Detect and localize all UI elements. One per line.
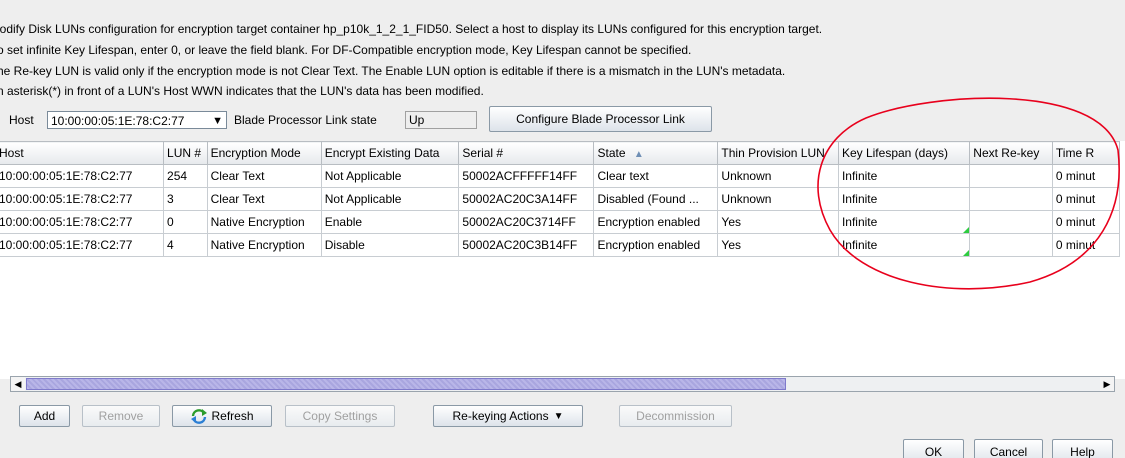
cell-rekey — [969, 233, 1053, 257]
info-line-2: o set infinite Key Lifespan, enter 0, or… — [0, 43, 692, 57]
col-state-label: State — [597, 146, 626, 160]
dropdown-arrow-icon: ▼ — [212, 115, 223, 127]
cell-host: 10:00:00:05:1E:78:C2:77 — [0, 210, 165, 234]
configure-blade-link-button[interactable]: Configure Blade Processor Link — [489, 106, 712, 132]
cell-lifespan[interactable]: Infinite — [837, 233, 971, 257]
table-header-row: Host LUN # Encryption Mode Encrypt Exist… — [0, 141, 1121, 165]
cell-thin: Yes — [717, 233, 839, 257]
cell-serial: 50002AC20C3A14FF — [458, 187, 595, 211]
cell-existing: Not Applicable — [320, 164, 460, 188]
cell-time: 0 minut — [1051, 164, 1121, 188]
refresh-button[interactable]: Refresh — [172, 405, 272, 427]
cell-rekey — [969, 210, 1053, 234]
cell-mode: Native Encryption — [206, 210, 322, 234]
cell-time: 0 minut — [1051, 187, 1121, 211]
cell-serial: 50002ACFFFFF14FF — [458, 164, 595, 188]
cell-mode: Clear Text — [206, 164, 322, 188]
cell-lun: 3 — [163, 187, 208, 211]
cell-state: Clear text — [593, 164, 719, 188]
table-row[interactable]: 10:00:00:05:1E:78:C2:77 3 Clear Text Not… — [0, 187, 1121, 211]
col-state[interactable]: State ▲ — [593, 141, 719, 165]
cell-lifespan[interactable]: Infinite — [837, 187, 971, 211]
cell-time: 0 minut — [1051, 233, 1121, 257]
cell-lifespan[interactable]: Infinite — [837, 210, 971, 234]
refresh-label: Refresh — [211, 409, 254, 423]
col-time[interactable]: Time R — [1051, 141, 1121, 165]
add-button[interactable]: Add — [19, 405, 70, 427]
cell-rekey — [969, 164, 1053, 188]
horizontal-scrollbar[interactable]: ◀ ▶ — [10, 376, 1115, 392]
cell-state: Disabled (Found ... — [593, 187, 719, 211]
cell-state: Encryption enabled — [593, 233, 719, 257]
dropdown-arrow-icon: ▼ — [553, 410, 564, 422]
ok-button[interactable]: OK — [903, 439, 964, 458]
info-line-3: he Re-key LUN is valid only if the encry… — [0, 64, 786, 78]
help-button[interactable]: Help — [1052, 439, 1113, 458]
sort-ascending-icon: ▲ — [633, 149, 644, 160]
scroll-right-icon[interactable]: ▶ — [1100, 377, 1114, 391]
copy-settings-button[interactable]: Copy Settings — [285, 405, 395, 427]
cell-rekey — [969, 187, 1053, 211]
cell-thin: Yes — [717, 210, 839, 234]
rekeying-actions-button[interactable]: Re-keying Actions ▼ — [433, 405, 583, 427]
cell-time: 0 minut — [1051, 210, 1121, 234]
lun-table-container: Host LUN # Encryption Mode Encrypt Exist… — [0, 141, 1125, 379]
col-serial[interactable]: Serial # — [458, 141, 595, 165]
lun-table: Host LUN # Encryption Mode Encrypt Exist… — [0, 141, 1121, 257]
col-key-lifespan[interactable]: Key Lifespan (days) — [837, 141, 971, 165]
cell-existing: Disable — [320, 233, 460, 257]
cell-lifespan[interactable]: Infinite — [837, 164, 971, 188]
rekeying-actions-label: Re-keying Actions — [452, 409, 549, 423]
cancel-button[interactable]: Cancel — [974, 439, 1043, 458]
cell-existing: Enable — [320, 210, 460, 234]
cell-host: 10:00:00:05:1E:78:C2:77 — [0, 187, 165, 211]
refresh-icon — [191, 409, 208, 424]
cell-host: 10:00:00:05:1E:78:C2:77 — [0, 233, 165, 257]
col-host[interactable]: Host — [0, 141, 165, 165]
info-line-4: n asterisk(*) in front of a LUN's Host W… — [0, 84, 484, 98]
editable-marker-icon — [963, 227, 969, 233]
cell-host: 10:00:00:05:1E:78:C2:77 — [0, 164, 165, 188]
decommission-button[interactable]: Decommission — [619, 405, 732, 427]
blade-link-state-field: Up — [405, 111, 477, 129]
editable-marker-icon — [963, 250, 969, 256]
col-encryption-mode[interactable]: Encryption Mode — [206, 141, 322, 165]
cell-existing: Not Applicable — [320, 187, 460, 211]
host-label: Host — [9, 113, 34, 127]
cell-lifespan-value: Infinite — [841, 215, 878, 229]
remove-button[interactable]: Remove — [82, 405, 160, 427]
col-lun[interactable]: LUN # — [163, 141, 208, 165]
cell-thin: Unknown — [717, 187, 839, 211]
table-row[interactable]: 10:00:00:05:1E:78:C2:77 4 Native Encrypt… — [0, 233, 1121, 257]
cell-lun: 4 — [163, 233, 208, 257]
table-row[interactable]: 10:00:00:05:1E:78:C2:77 0 Native Encrypt… — [0, 210, 1121, 234]
col-thin-provision[interactable]: Thin Provision LUN — [717, 141, 839, 165]
host-select-value: 10:00:00:05:1E:78:C2:77 — [51, 114, 185, 128]
scrollbar-thumb[interactable] — [26, 378, 786, 390]
table-row[interactable]: 10:00:00:05:1E:78:C2:77 254 Clear Text N… — [0, 164, 1121, 188]
scroll-left-icon[interactable]: ◀ — [11, 377, 25, 391]
info-line-1: lodify Disk LUNs configuration for encry… — [0, 22, 823, 36]
blade-link-label: Blade Processor Link state — [234, 113, 377, 127]
cell-thin: Unknown — [717, 164, 839, 188]
cell-mode: Native Encryption — [206, 233, 322, 257]
cell-serial: 50002AC20C3714FF — [458, 210, 595, 234]
cell-mode: Clear Text — [206, 187, 322, 211]
cell-state: Encryption enabled — [593, 210, 719, 234]
host-select[interactable]: 10:00:00:05:1E:78:C2:77 ▼ — [47, 111, 227, 129]
cell-lun: 254 — [163, 164, 208, 188]
cell-serial: 50002AC20C3B14FF — [458, 233, 595, 257]
col-next-rekey[interactable]: Next Re-key — [969, 141, 1053, 165]
cell-lifespan-value: Infinite — [841, 238, 878, 252]
col-encrypt-existing[interactable]: Encrypt Existing Data — [320, 141, 460, 165]
lun-config-panel: lodify Disk LUNs configuration for encry… — [0, 0, 1125, 458]
cell-lun: 0 — [163, 210, 208, 234]
